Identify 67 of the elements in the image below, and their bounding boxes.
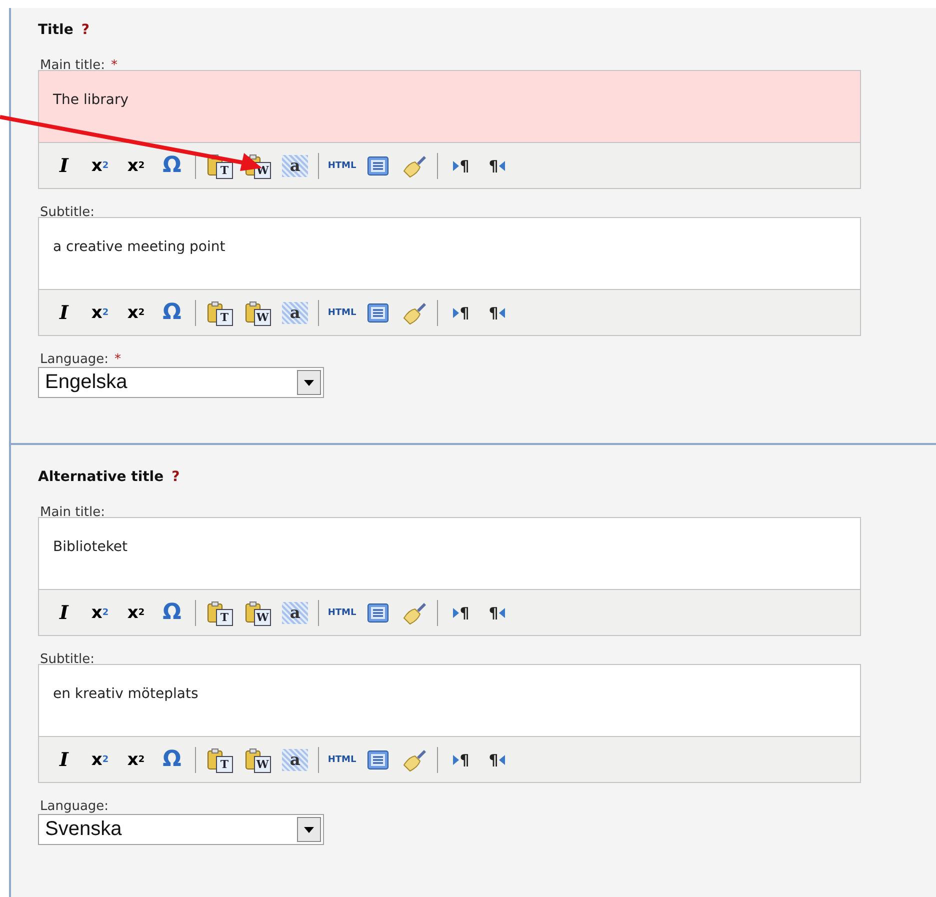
window-icon bbox=[367, 750, 389, 770]
triangle-icon bbox=[499, 308, 506, 318]
text-editor-field[interactable]: a creative meeting point bbox=[39, 218, 860, 290]
paste-button[interactable]: W bbox=[242, 298, 274, 328]
paste-button[interactable]: W bbox=[242, 744, 274, 774]
brush-icon bbox=[401, 748, 427, 772]
html-button[interactable]: HTML bbox=[327, 150, 357, 180]
field-label: Subtitle: bbox=[40, 652, 95, 667]
triangle-icon bbox=[499, 608, 506, 618]
html-button[interactable]: HTML bbox=[327, 598, 357, 628]
right-to-left-button[interactable]: ¶ bbox=[482, 598, 512, 628]
left-to-right-button[interactable]: ¶ bbox=[446, 298, 476, 328]
paste-button[interactable]: T bbox=[204, 744, 236, 774]
language-dropdown[interactable]: Engelska bbox=[38, 367, 324, 398]
left-to-right-button[interactable]: ¶ bbox=[446, 150, 476, 180]
paste-button[interactable]: T bbox=[204, 598, 236, 628]
required-marker: * bbox=[114, 352, 122, 367]
brush-icon bbox=[401, 600, 427, 624]
required-marker: * bbox=[110, 58, 118, 73]
left-to-right-button[interactable]: ¶ bbox=[446, 598, 476, 628]
section-heading: Alternative title bbox=[38, 469, 164, 485]
text-editor-field[interactable]: en kreativ möteplats bbox=[39, 665, 860, 737]
paste-button[interactable]: T bbox=[204, 298, 236, 328]
italic-button[interactable]: I bbox=[49, 298, 79, 328]
field-label: Main title: bbox=[40, 505, 105, 520]
help-link[interactable]: ? bbox=[172, 469, 180, 485]
triangle-icon bbox=[452, 608, 459, 618]
window-icon bbox=[367, 156, 389, 176]
special-character-button[interactable]: Ω bbox=[157, 598, 187, 628]
dropdown-arrow-icon bbox=[304, 826, 314, 832]
dropdown-arrow-icon bbox=[304, 380, 314, 386]
paste-button[interactable]: W bbox=[242, 598, 274, 628]
italic-button[interactable]: I bbox=[49, 744, 79, 774]
left-to-right-button[interactable]: ¶ bbox=[446, 744, 476, 774]
triangle-icon bbox=[452, 160, 459, 170]
field-label: Language: bbox=[40, 352, 109, 367]
italic-button[interactable]: I bbox=[49, 598, 79, 628]
right-to-left-button[interactable]: ¶ bbox=[482, 150, 512, 180]
field-label: Language: bbox=[40, 799, 109, 814]
special-character-button[interactable]: Ω bbox=[157, 150, 187, 180]
format-button[interactable]: x$^{2}$ bbox=[121, 744, 151, 774]
window-icon bbox=[367, 302, 389, 322]
html-button[interactable]: HTML bbox=[327, 744, 357, 774]
triangle-icon bbox=[499, 754, 506, 764]
right-to-left-button[interactable]: ¶ bbox=[482, 298, 512, 328]
special-character-button[interactable]: Ω bbox=[157, 298, 187, 328]
paste-button[interactable]: T bbox=[204, 150, 236, 180]
language-dropdown[interactable]: Svenska bbox=[38, 814, 324, 845]
italic-button[interactable]: I bbox=[49, 150, 79, 180]
text-editor-field[interactable]: Biblioteket bbox=[39, 518, 860, 590]
triangle-icon bbox=[452, 754, 459, 764]
format-button[interactable]: x$^{2}$ bbox=[121, 598, 151, 628]
triangle-icon bbox=[452, 308, 459, 318]
window-icon bbox=[367, 602, 389, 622]
text-editor-field[interactable]: The library bbox=[39, 71, 860, 143]
brush-icon bbox=[401, 300, 427, 324]
html-button[interactable]: HTML bbox=[327, 298, 357, 328]
special-character-button[interactable]: Ω bbox=[157, 744, 187, 774]
section-heading: Title bbox=[38, 22, 74, 38]
brush-icon bbox=[401, 154, 427, 178]
help-link[interactable]: ? bbox=[81, 22, 90, 38]
field-label: Subtitle: bbox=[40, 205, 95, 220]
format-button[interactable]: x$^{2}$ bbox=[121, 298, 151, 328]
triangle-icon bbox=[499, 160, 506, 170]
field-label: Main title: bbox=[40, 58, 105, 73]
format-button[interactable]: x$^{2}$ bbox=[121, 150, 151, 180]
right-to-left-button[interactable]: ¶ bbox=[482, 744, 512, 774]
